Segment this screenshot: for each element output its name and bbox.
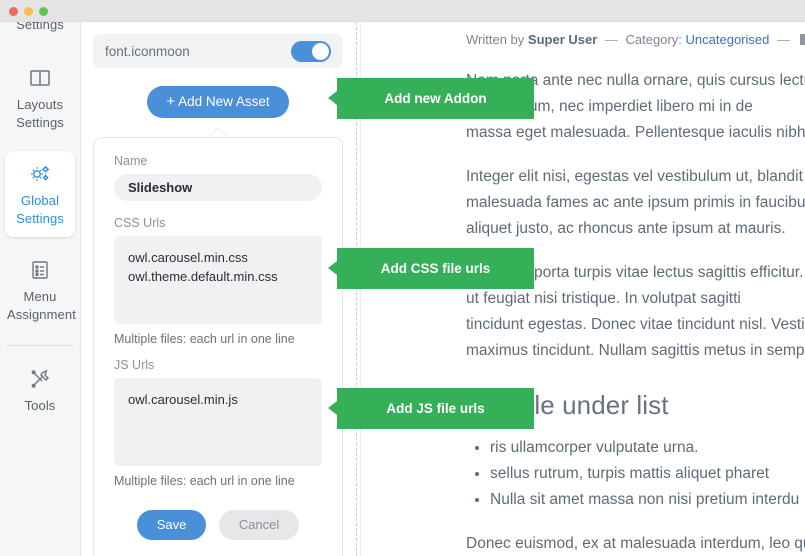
callout-add-css-label: Add CSS file urls: [380, 261, 491, 276]
p2-line-2: malesuada fames ac ante ipsum primis in …: [466, 194, 805, 211]
list-item: sellus rutrum, turpis mattis aliquet pha…: [490, 461, 805, 487]
callout-arrow-icon: [328, 91, 337, 105]
add-new-asset-label: Add New Asset: [178, 94, 270, 109]
sidebar-item-tools-label: Tools: [24, 398, 56, 413]
meta-dash-2: —: [776, 32, 790, 47]
minimize-window-button[interactable]: [24, 7, 33, 16]
callout-arrow-icon: [328, 261, 337, 275]
p4-line-1: Donec euismod, ex at malesuada interdum,…: [466, 535, 805, 552]
sidebar-item-layouts-label-1: Layouts: [16, 97, 64, 112]
font-iconmoon-row[interactable]: font.iconmoon: [93, 34, 343, 68]
callout-add-new-addon: Add new Addon: [328, 78, 534, 119]
article-bullet-list: ris ullamcorper vulputate urna. sellus r…: [490, 435, 805, 513]
tools-icon: [7, 366, 73, 392]
js-urls-field-label: JS Urls: [114, 358, 155, 372]
sidebar-item-layouts-label-2: Settings: [16, 115, 64, 130]
sidebar-item-global-label-1: Global: [20, 193, 60, 208]
app-window: Settings Layouts Settings Global Setting…: [0, 0, 805, 556]
global-settings-panel: font.iconmoon +Add New Asset Name CSS Ur…: [89, 22, 347, 556]
add-asset-row: + Add New Asset: [89, 86, 347, 118]
category-link[interactable]: Uncategorised: [686, 32, 770, 47]
css-urls-field-label: CSS Urls: [114, 216, 166, 230]
callout-add-js-label: Add JS file urls: [386, 401, 485, 416]
p2-line-3: aliquet justo, ac rhoncus ante ipsum at …: [466, 220, 786, 237]
popover-caret-icon: [209, 128, 227, 137]
callout-add-css-file-urls: Add CSS file urls: [328, 248, 534, 289]
form-actions: Save Cancel: [114, 510, 322, 540]
toggle-knob: [312, 42, 329, 60]
sidebar-divider: [6, 345, 74, 346]
window-titlebar: [0, 0, 805, 22]
list-item: Nulla sit amet massa non nisi pretium in…: [490, 487, 805, 513]
sidebar-item-global-label-2: Settings: [16, 211, 64, 226]
sidebar-item-menu-label-2: Assignment: [7, 307, 76, 322]
sidebar-item-menu-assignment[interactable]: Menu Assignment: [5, 247, 76, 333]
asset-form-card: Name CSS Urls Multiple files: each url i…: [93, 137, 343, 556]
written-by-prefix: Written by: [466, 32, 525, 47]
cancel-button[interactable]: Cancel: [218, 510, 300, 540]
plus-icon: +: [166, 93, 176, 110]
popover-caret-row: [89, 128, 347, 137]
sidebar-item-menu-label-1: Menu: [23, 289, 57, 304]
css-urls-hint: Multiple files: each url in one line: [114, 332, 295, 346]
calendar-icon: [799, 34, 805, 45]
close-window-button[interactable]: [9, 7, 18, 16]
sidebar-item-settings[interactable]: Settings: [5, 22, 75, 43]
font-iconmoon-toggle[interactable]: [291, 40, 331, 62]
zoom-window-button[interactable]: [39, 7, 48, 16]
p1-line-3: massa eget malesuada. Pellentesque iacul…: [466, 124, 805, 141]
callout-arrow-icon: [328, 401, 337, 415]
article-author: Super User: [527, 32, 598, 47]
traffic-lights: [9, 7, 48, 16]
gears-icon: [7, 161, 73, 187]
callout-add-new-addon-label: Add new Addon: [384, 91, 487, 106]
p3-line-3: tincidunt egestas. Donec vitae tincidunt…: [466, 316, 805, 333]
category-label: Category:: [625, 32, 682, 47]
name-field-label: Name: [114, 154, 148, 168]
sidebar-item-tools[interactable]: Tools: [5, 356, 75, 424]
article-meta: Written by Super User — Category: Uncate…: [466, 30, 805, 50]
article-paragraph-2: Integer elit nisi, egestas vel vestibulu…: [466, 164, 805, 242]
callout-add-js-file-urls: Add JS file urls: [328, 388, 534, 429]
list-icon: [7, 257, 73, 283]
sidebar-item-global-settings[interactable]: Global Settings: [5, 151, 75, 237]
sidebar-item-layouts-settings[interactable]: Layouts Settings: [5, 55, 75, 141]
p3-line-2: ut feugiat nisi tristique. In volutpat s…: [466, 290, 741, 307]
js-urls-hint: Multiple files: each url in one line: [114, 474, 295, 488]
list-item: ris ullamcorper vulputate urna.: [490, 435, 805, 461]
left-sidebar: Settings Layouts Settings Global Setting…: [0, 22, 81, 556]
article-paragraph-4: Donec euismod, ex at malesuada interdum,…: [466, 531, 805, 556]
js-urls-textarea[interactable]: [114, 378, 322, 466]
p3-line-4: maximus tincidunt. Nullam sagittis metus…: [466, 342, 805, 359]
save-button[interactable]: Save: [136, 510, 207, 540]
layouts-icon: [7, 65, 73, 91]
name-input[interactable]: [114, 174, 322, 201]
meta-dash-1: —: [604, 32, 618, 47]
font-iconmoon-label: font.iconmoon: [105, 43, 190, 59]
sidebar-item-settings-label: Settings: [16, 22, 64, 32]
add-new-asset-button[interactable]: + Add New Asset: [147, 86, 289, 118]
p2-line-1: Integer elit nisi, egestas vel vestibulu…: [466, 168, 805, 185]
css-urls-textarea[interactable]: [114, 236, 322, 324]
